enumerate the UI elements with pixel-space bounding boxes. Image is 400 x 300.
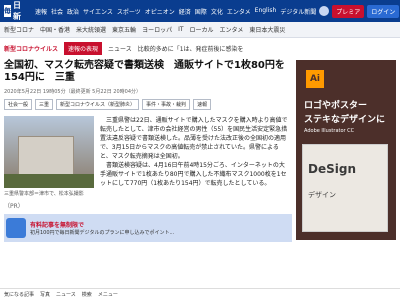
topic-label[interactable]: 新型コロナウイルス [4, 44, 58, 53]
ad-title: 有料記事を無制限で [30, 222, 85, 229]
ticker-text[interactable]: ニュース 比較的多めに「1は、発症前後に感染を [108, 44, 244, 53]
sidebar: Ai ロゴやポスター ステキなデザインに Adobe Illustrator C… [296, 60, 396, 242]
nav-item[interactable]: サイエンス [83, 7, 113, 16]
nav-item[interactable]: 速報 [35, 7, 47, 16]
tag[interactable]: 事件・事故・裁判 [142, 99, 191, 110]
paragraph: 書類送検容疑は、4月16日午前4時15分ごろ、インターネットの大手通販サイトで1… [100, 162, 287, 187]
building-shape [18, 136, 74, 176]
subnav-item[interactable]: 東日本大震災 [249, 25, 285, 34]
inline-ad[interactable]: 有料記事を無制限で 初月100円で毎日新聞デジタルのプランに申し込みでポイント.… [4, 214, 292, 242]
tag[interactable]: 新型コロナウイルス（新型肺炎） [56, 99, 140, 110]
top-navigation-bar: 毎 毎日新聞 速報 社会 政治 サイエンス スポーツ オピニオン 経済 国際 文… [0, 0, 400, 32]
header-actions: プレミア ログイン [319, 4, 400, 18]
nav-item[interactable]: デジタル新聞 [280, 7, 316, 16]
footer-item[interactable]: ニュース [56, 291, 76, 298]
nav-item[interactable]: 政治 [67, 7, 79, 16]
ad-line-3: Adobe Illustrator CC [304, 128, 355, 134]
footer-item[interactable]: 気になる記事 [4, 291, 34, 298]
article-tags: 社会一般 三重 新型コロナウイルス（新型肺炎） 事件・事故・裁判 速報 [4, 99, 292, 110]
article-meta: 2020年5月22日 19時05分（最終更新 5月22日 20時04分） [4, 89, 142, 95]
tag[interactable]: 速報 [193, 99, 212, 110]
nav-item[interactable]: エンタメ [227, 7, 251, 16]
login-button[interactable]: ログイン [367, 4, 400, 18]
article-text: 三重県警は22日、通販サイトで購入したマスクを購入時より高値で転売したとして、津… [100, 116, 290, 197]
ad-app-icon [6, 218, 26, 238]
bottom-toolbar: 気になる記事 写真 ニュース 検索 メニュー [0, 288, 400, 300]
nav-item[interactable]: 社会 [51, 7, 63, 16]
logo-mark-icon: 毎 [4, 5, 11, 17]
subnav-item[interactable]: エンタメ [220, 25, 244, 34]
ad-text-block: 有料記事を無制限で 初月100円で毎日新聞デジタルのプランに申し込みでポイント.… [30, 220, 174, 236]
illustrator-logo-icon: Ai [306, 70, 324, 88]
footer-item[interactable]: メニュー [98, 291, 118, 298]
nav-item[interactable]: 文化 [211, 7, 223, 16]
tag[interactable]: 社会一般 [4, 99, 33, 110]
article-body: 三重県警本部＝津市で、松本弘撮影 三重県警は22日、通販サイトで購入したマスクを… [4, 116, 292, 197]
footer-item[interactable]: 写真 [40, 291, 50, 298]
nav-item[interactable]: オピニオン [145, 7, 175, 16]
subnav-item[interactable]: ヨーロッパ [142, 25, 172, 34]
pr-label: （PR） [4, 203, 24, 210]
subnav-item[interactable]: 新型コロナ [4, 25, 34, 34]
subnav-item[interactable]: IT [178, 26, 183, 33]
premium-button[interactable]: プレミア [332, 4, 365, 18]
photo-caption: 三重県警本部＝津市で、松本弘撮影 [4, 191, 84, 197]
nav-item[interactable]: 経済 [179, 7, 191, 16]
nav-item[interactable]: 国際 [195, 7, 207, 16]
trees-shape [4, 174, 94, 188]
nav-item[interactable]: English [255, 7, 277, 16]
subnav-item[interactable]: 中国・香港 [40, 25, 70, 34]
subnav-item[interactable]: 東京五輪 [112, 25, 136, 34]
main-content: 全国初、マスク転売容疑で書類送検 通販サイトで1枚80円を154円に 三重 20… [0, 56, 400, 246]
ad-line-1: ロゴやポスター [304, 101, 368, 111]
sub-navigation-bar: 新型コロナ 中国・香港 米大統領選 東京五輪 ヨーロッパ IT ローカル エンタ… [0, 22, 400, 38]
ad-line-2: ステキなデザインに [304, 115, 386, 125]
footer-item[interactable]: 検索 [82, 291, 92, 298]
nav-item[interactable]: スポーツ [117, 7, 141, 16]
subnav-item[interactable]: 米大統領選 [76, 25, 106, 34]
tag[interactable]: 三重 [35, 99, 54, 110]
poster-image [302, 144, 388, 232]
paragraph: 三重県警は22日、通販サイトで購入したマスクを購入時より高値で転売したとして、津… [100, 117, 288, 160]
poster-title: DeSign [308, 162, 356, 176]
article-column: 全国初、マスク転売容疑で書類送検 通販サイトで1枚80円を154円に 三重 20… [4, 60, 292, 242]
article-title: 全国初、マスク転売容疑で書類送検 通販サイトで1枚80円を154円に 三重 [4, 60, 285, 83]
user-icon[interactable] [319, 6, 330, 16]
poster-subtitle: デザイン [308, 191, 336, 199]
ad-text: 初月100円で毎日新聞デジタルのプランに申し込みでポイント... [30, 230, 175, 236]
illustrator-ad-banner[interactable]: Ai ロゴやポスター ステキなデザインに Adobe Illustrator C… [296, 60, 396, 240]
article-photo[interactable] [4, 116, 94, 188]
main-nav: 速報 社会 政治 サイエンス スポーツ オピニオン 経済 国際 文化 エンタメ … [35, 7, 316, 16]
photo-block: 三重県警本部＝津市で、松本弘撮影 [4, 116, 94, 197]
breaking-label[interactable]: 速報の表現 [64, 41, 103, 55]
news-ticker-bar: 新型コロナウイルス 速報の表現 ニュース 比較的多めに「1は、発症前後に感染を [0, 40, 400, 56]
subnav-item[interactable]: ローカル [190, 25, 214, 34]
